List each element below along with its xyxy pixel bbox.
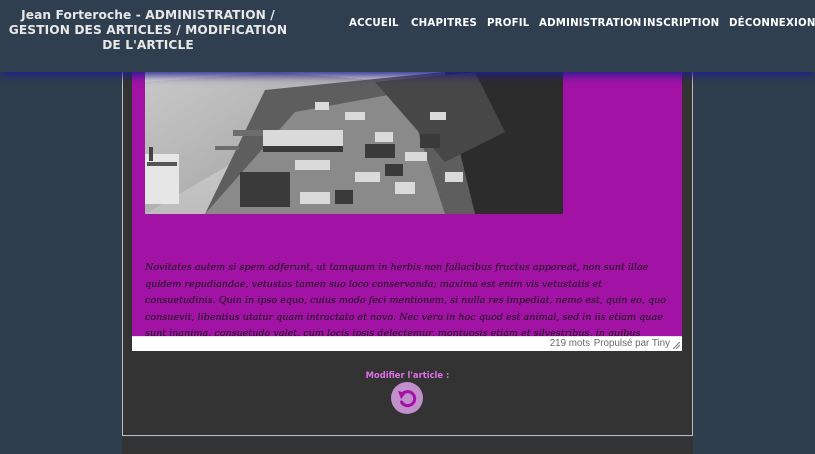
modify-article-button[interactable] (391, 382, 423, 414)
powered-by-link[interactable]: Propulsé par Tiny (594, 338, 670, 349)
editor-statusbar: 219 mots Propulsé par Tiny (132, 336, 682, 351)
editor-content-area[interactable]: Novitates autem si spem adferunt, ut tam… (132, 72, 682, 336)
panel-footer (122, 437, 693, 454)
site-header: Jean Forteroche - ADMINISTRATION / GESTI… (0, 0, 815, 72)
article-body-text[interactable]: Novitates autem si spem adferunt, ut tam… (145, 260, 667, 336)
undo-arrow-icon (398, 390, 417, 408)
rich-text-editor[interactable]: Novitates autem si spem adferunt, ut tam… (132, 72, 682, 351)
nav-deconnexion[interactable]: DÉCONNEXION (729, 18, 815, 29)
word-count: 219 mots (549, 338, 590, 349)
nav-profil[interactable]: PROFIL (487, 18, 529, 29)
nav-chapitres[interactable]: CHAPITRES (411, 18, 477, 29)
article-photo (145, 72, 563, 214)
resize-handle-icon[interactable] (673, 342, 680, 349)
nav-administration[interactable]: ADMINISTRATION (539, 18, 642, 29)
main-nav: ACCUEIL CHAPITRES PROFIL ADMINISTRATION … (0, 18, 815, 34)
nav-accueil[interactable]: ACCUEIL (349, 18, 399, 29)
modify-article-label: Modifier l'article : (365, 370, 450, 380)
nav-inscription[interactable]: INSCRIPTION (643, 18, 719, 29)
